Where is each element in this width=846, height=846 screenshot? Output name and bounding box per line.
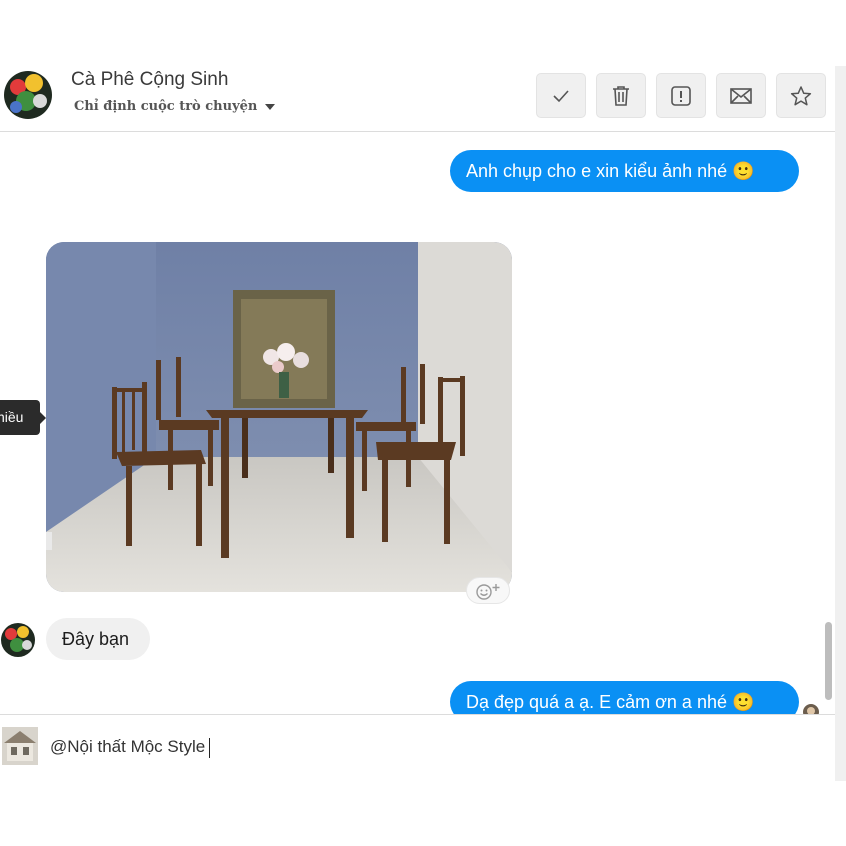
smiley-add-icon xyxy=(476,583,500,600)
sender-avatar xyxy=(1,623,35,657)
check-icon xyxy=(553,89,569,102)
message-scrollbar[interactable] xyxy=(825,622,832,700)
page-avatar[interactable] xyxy=(4,71,52,119)
right-edge-gutter xyxy=(835,66,846,781)
star-button[interactable] xyxy=(776,73,826,118)
add-reaction-button[interactable] xyxy=(466,577,510,604)
delete-button[interactable] xyxy=(596,73,646,118)
mark-spam-button[interactable] xyxy=(656,73,706,118)
tooltip-text: chiều xyxy=(0,409,24,425)
dining-table-photo[interactable] xyxy=(46,242,512,592)
conversation-panel: Cà Phê Cộng Sinh Chỉ định cuộc trò chuyệ… xyxy=(0,66,835,781)
trash-icon xyxy=(613,85,629,106)
outgoing-message: Anh chụp cho e xin kiểu ảnh nhé 🙂 xyxy=(450,150,799,192)
text-cursor xyxy=(209,737,211,758)
incoming-message: Đây bạn xyxy=(46,618,150,660)
conversation-title: Cà Phê Cộng Sinh xyxy=(71,69,229,90)
mark-done-button[interactable] xyxy=(536,73,586,118)
mention-thumbnail xyxy=(2,727,38,765)
star-icon xyxy=(790,85,812,105)
assign-conversation-dropdown[interactable]: Chỉ định cuộc trò chuyện xyxy=(74,99,276,114)
assign-label: Chỉ định cuộc trò chuyện xyxy=(74,99,258,114)
timestamp-tooltip: chiều xyxy=(0,400,46,435)
caret-down-icon xyxy=(265,103,276,110)
mark-unread-button[interactable] xyxy=(716,73,766,118)
conversation-header: Cà Phê Cộng Sinh Chỉ định cuộc trò chuyệ… xyxy=(0,66,835,132)
alert-icon xyxy=(671,85,691,106)
envelope-icon xyxy=(730,87,752,104)
message-composer[interactable]: @Nội thất Mộc Style xyxy=(0,714,835,781)
message-input[interactable]: @Nội thất Mộc Style xyxy=(50,737,211,758)
message-input-value: @Nội thất Mộc Style xyxy=(50,737,206,756)
